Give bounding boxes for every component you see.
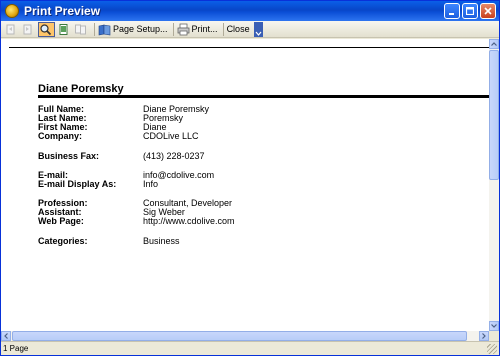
toolbar-separator xyxy=(94,22,95,36)
one-page-button[interactable] xyxy=(57,22,72,37)
close-label: Close xyxy=(226,24,250,34)
toolbar-separator xyxy=(172,22,174,36)
field-value: (413) 228-0237 xyxy=(143,151,205,161)
page-back-button[interactable] xyxy=(4,22,19,37)
page-count: 1 Page xyxy=(3,344,29,353)
chevron-down-icon xyxy=(255,31,262,36)
multiple-pages-icon xyxy=(75,24,86,34)
scroll-up-button[interactable] xyxy=(489,39,499,49)
field-value: Business xyxy=(143,236,180,246)
close-icon xyxy=(484,7,492,15)
window-controls xyxy=(444,3,496,19)
contact-name-heading: Diane Poremsky xyxy=(38,83,124,95)
multiple-pages-button[interactable] xyxy=(74,22,89,37)
toolbar: Page Setup... Print... Close xyxy=(1,21,499,38)
field-label: Web Page: xyxy=(38,216,84,226)
one-page-icon xyxy=(59,23,68,35)
page-setup-icon xyxy=(98,24,111,35)
scrollbar-corner xyxy=(489,331,499,341)
field-label: E-mail Display As: xyxy=(38,179,117,189)
field-label: Business Fax: xyxy=(38,151,100,161)
window-title: Print Preview xyxy=(24,4,101,18)
horizontal-scrollbar[interactable] xyxy=(1,331,489,341)
close-window-button[interactable] xyxy=(480,3,496,19)
chevron-right-icon xyxy=(482,333,486,339)
status-bar: 1 Page xyxy=(1,341,499,355)
vertical-scroll-thumb[interactable] xyxy=(489,50,499,180)
field-value: Info xyxy=(143,179,159,189)
field-label: Categories: xyxy=(38,236,88,246)
resize-grip[interactable] xyxy=(487,344,497,354)
chevron-left-icon xyxy=(4,333,8,339)
field-value: http://www.cdolive.com xyxy=(143,216,235,226)
page-setup-button[interactable]: Page Setup... xyxy=(98,22,168,37)
minimize-button[interactable] xyxy=(444,3,460,19)
page-setup-label: Page Setup... xyxy=(113,24,168,34)
page-edge xyxy=(9,47,489,48)
print-button[interactable]: Print... xyxy=(177,22,218,37)
title-bar[interactable]: Print Preview xyxy=(1,1,499,21)
toolbar-separator xyxy=(222,22,224,36)
close-preview-button[interactable]: Close xyxy=(227,22,250,37)
scroll-right-button[interactable] xyxy=(479,331,489,341)
print-preview-window: Print Preview Page Setup... Print... Clo… xyxy=(0,0,500,356)
minimize-icon xyxy=(449,13,454,15)
page-forward-icon xyxy=(23,24,32,34)
vertical-scrollbar[interactable] xyxy=(489,39,499,331)
maximize-button[interactable] xyxy=(462,3,478,19)
page-forward-button[interactable] xyxy=(21,22,36,37)
toolbar-overflow-button[interactable] xyxy=(253,21,263,37)
field-label: Company: xyxy=(38,131,83,141)
print-label: Print... xyxy=(191,24,218,34)
scroll-left-button[interactable] xyxy=(1,331,11,341)
horizontal-scroll-thumb[interactable] xyxy=(12,331,467,341)
app-icon[interactable] xyxy=(5,4,19,18)
maximize-icon xyxy=(466,7,474,15)
field-value: CDOLive LLC xyxy=(143,131,199,141)
preview-area[interactable]: Diane Poremsky Full Name: Diane Poremsky… xyxy=(1,39,489,331)
chevron-down-icon xyxy=(491,324,497,328)
page-back-icon xyxy=(6,24,15,34)
chevron-up-icon xyxy=(491,42,497,46)
printer-icon xyxy=(177,23,189,35)
magnifier-icon xyxy=(40,23,52,35)
heading-rule xyxy=(38,95,489,98)
scroll-down-button[interactable] xyxy=(489,321,499,331)
zoom-button[interactable] xyxy=(38,21,55,37)
